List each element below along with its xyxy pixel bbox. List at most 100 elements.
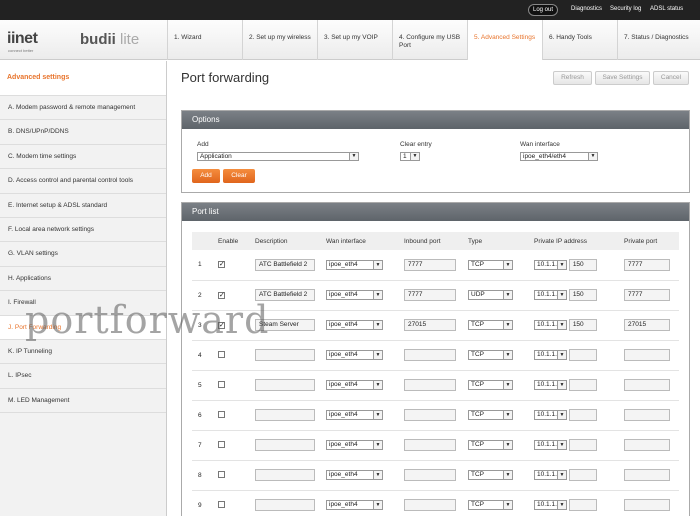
enable-checkbox[interactable] [218, 350, 225, 358]
sidebar-item-vlan[interactable]: G. VLAN settings [0, 242, 166, 267]
wan-interface-dropdown[interactable]: ipoe_eth4 ▼ [326, 380, 383, 390]
inbound-port-input[interactable] [404, 409, 456, 421]
enable-checkbox[interactable] [218, 440, 225, 448]
enable-checkbox[interactable]: ✓ [218, 261, 225, 269]
enable-checkbox[interactable] [218, 500, 225, 508]
description-input[interactable] [255, 349, 315, 361]
tab-usb-port[interactable]: 4. Configure my USB Port [392, 20, 467, 60]
inbound-port-input[interactable] [404, 469, 456, 481]
private-ip-last-octet-input[interactable] [568, 349, 597, 361]
description-input[interactable] [255, 439, 315, 451]
cancel-button[interactable]: Cancel [653, 71, 689, 85]
sidebar-item-firewall[interactable]: I. Firewall [0, 291, 166, 316]
sidebar-item-modem-time[interactable]: C. Modem time settings [0, 145, 166, 170]
description-input[interactable]: Steam Server [255, 319, 315, 331]
sidebar-item-dns-upnp-ddns[interactable]: B. DNS/UPnP/DDNS [0, 120, 166, 145]
wan-interface-dropdown[interactable]: ipoe_eth4 ▼ [326, 290, 383, 300]
inbound-port-input[interactable]: 27015 [404, 319, 456, 331]
private-ip-dropdown[interactable]: 10.1.1. ▼ [534, 380, 567, 390]
inbound-port-input[interactable]: 7777 [404, 258, 456, 271]
private-ip-last-octet-input[interactable]: 150 [568, 319, 597, 331]
type-dropdown[interactable]: UDP ▼ [468, 290, 513, 300]
private-port-input[interactable] [624, 469, 670, 481]
private-ip-dropdown[interactable]: 10.1.1. ▼ [534, 410, 567, 420]
wan-interface-dropdown[interactable]: ipoe_eth4 ▼ [326, 350, 383, 360]
security-log-link[interactable]: Security log [610, 6, 641, 12]
private-ip-dropdown[interactable]: 10.1.1. ▼ [534, 350, 567, 360]
sidebar-item-led-management[interactable]: M. LED Management [0, 389, 166, 414]
tab-wireless[interactable]: 2. Set up my wireless [242, 20, 317, 60]
enable-checkbox[interactable]: ✓ [218, 321, 225, 329]
private-ip-last-octet-input[interactable] [568, 409, 597, 421]
tab-handy-tools[interactable]: 6. Handy Tools [542, 20, 617, 60]
private-ip-dropdown[interactable]: 10.1.1. ▼ [534, 259, 567, 270]
private-port-input[interactable] [624, 379, 670, 391]
type-dropdown[interactable]: TCP ▼ [468, 470, 513, 480]
enable-checkbox[interactable]: ✓ [218, 291, 225, 299]
logout-button[interactable]: Log out [528, 4, 558, 16]
type-dropdown[interactable]: TCP ▼ [468, 259, 513, 270]
private-port-input[interactable] [624, 349, 670, 361]
tab-advanced-settings[interactable]: 5. Advanced Settings [467, 20, 542, 60]
description-input[interactable] [255, 379, 315, 391]
inbound-port-input[interactable]: 7777 [404, 289, 456, 301]
sidebar-item-ipsec[interactable]: L. IPsec [0, 364, 166, 389]
sidebar-item-modem-password[interactable]: A. Modem password & remote management [0, 96, 166, 121]
description-input[interactable] [255, 409, 315, 421]
add-button[interactable]: Add [192, 169, 220, 183]
private-ip-dropdown[interactable]: 10.1.1. ▼ [534, 500, 567, 510]
private-port-input[interactable]: 7777 [624, 289, 670, 301]
wan-interface-dropdown[interactable]: ipoe_eth4 ▼ [326, 259, 383, 270]
private-ip-dropdown[interactable]: 10.1.1. ▼ [534, 290, 567, 300]
inbound-port-input[interactable] [404, 499, 456, 511]
private-port-input[interactable] [624, 439, 670, 451]
tab-status-diagnostics[interactable]: 7. Status / Diagnostics [617, 20, 692, 60]
description-input[interactable] [255, 469, 315, 481]
sidebar-item-internet-setup[interactable]: E. Internet setup & ADSL standard [0, 194, 166, 218]
private-ip-last-octet-input[interactable]: 150 [568, 258, 597, 271]
sidebar-item-ip-tunneling[interactable]: K. IP Tunneling [0, 340, 166, 365]
private-ip-dropdown[interactable]: 10.1.1. ▼ [534, 440, 567, 450]
private-ip-last-octet-input[interactable]: 150 [568, 289, 597, 301]
clear-button[interactable]: Clear [223, 169, 255, 183]
private-ip-last-octet-input[interactable] [568, 469, 597, 481]
type-dropdown[interactable]: TCP ▼ [468, 350, 513, 360]
private-ip-last-octet-input[interactable] [568, 499, 597, 511]
inbound-port-input[interactable] [404, 349, 456, 361]
wan-interface-select[interactable]: ipoe_eth4/eth4 ▼ [520, 152, 598, 161]
sidebar-item-lan-settings[interactable]: F. Local area network settings [0, 218, 166, 243]
type-dropdown[interactable]: TCP ▼ [468, 380, 513, 390]
enable-checkbox[interactable] [218, 380, 225, 388]
private-ip-dropdown[interactable]: 10.1.1. ▼ [534, 320, 567, 330]
private-ip-last-octet-input[interactable] [568, 439, 597, 451]
private-ip-dropdown[interactable]: 10.1.1. ▼ [534, 470, 567, 480]
description-input[interactable]: ATC Battlefield 2 [255, 289, 315, 301]
adsl-status-link[interactable]: ADSL status [650, 6, 683, 12]
refresh-button[interactable]: Refresh [553, 71, 592, 85]
description-input[interactable] [255, 499, 315, 511]
enable-checkbox[interactable] [218, 410, 225, 418]
type-dropdown[interactable]: TCP ▼ [468, 440, 513, 450]
private-port-input[interactable] [624, 499, 670, 511]
description-input[interactable]: ATC Battlefield 2 [255, 258, 315, 271]
add-application-select[interactable]: Application ▼ [197, 152, 359, 161]
inbound-port-input[interactable] [404, 379, 456, 391]
private-port-input[interactable]: 27015 [624, 319, 670, 331]
save-settings-button[interactable]: Save Settings [595, 71, 650, 85]
sidebar-item-access-control[interactable]: D. Access control and parental control t… [0, 169, 166, 194]
wan-interface-dropdown[interactable]: ipoe_eth4 ▼ [326, 320, 383, 330]
sidebar-item-applications[interactable]: H. Applications [0, 267, 166, 292]
inbound-port-input[interactable] [404, 439, 456, 451]
type-dropdown[interactable]: TCP ▼ [468, 500, 513, 510]
wan-interface-dropdown[interactable]: ipoe_eth4 ▼ [326, 470, 383, 480]
tab-wizard[interactable]: 1. Wizard [167, 20, 242, 60]
enable-checkbox[interactable] [218, 470, 225, 478]
wan-interface-dropdown[interactable]: ipoe_eth4 ▼ [326, 500, 383, 510]
tab-voip[interactable]: 3. Set up my VOIP [317, 20, 392, 60]
diagnostics-link[interactable]: Diagnostics [571, 6, 602, 12]
type-dropdown[interactable]: TCP ▼ [468, 410, 513, 420]
private-ip-last-octet-input[interactable] [568, 379, 597, 391]
type-dropdown[interactable]: TCP ▼ [468, 320, 513, 330]
private-port-input[interactable] [624, 409, 670, 421]
wan-interface-dropdown[interactable]: ipoe_eth4 ▼ [326, 440, 383, 450]
